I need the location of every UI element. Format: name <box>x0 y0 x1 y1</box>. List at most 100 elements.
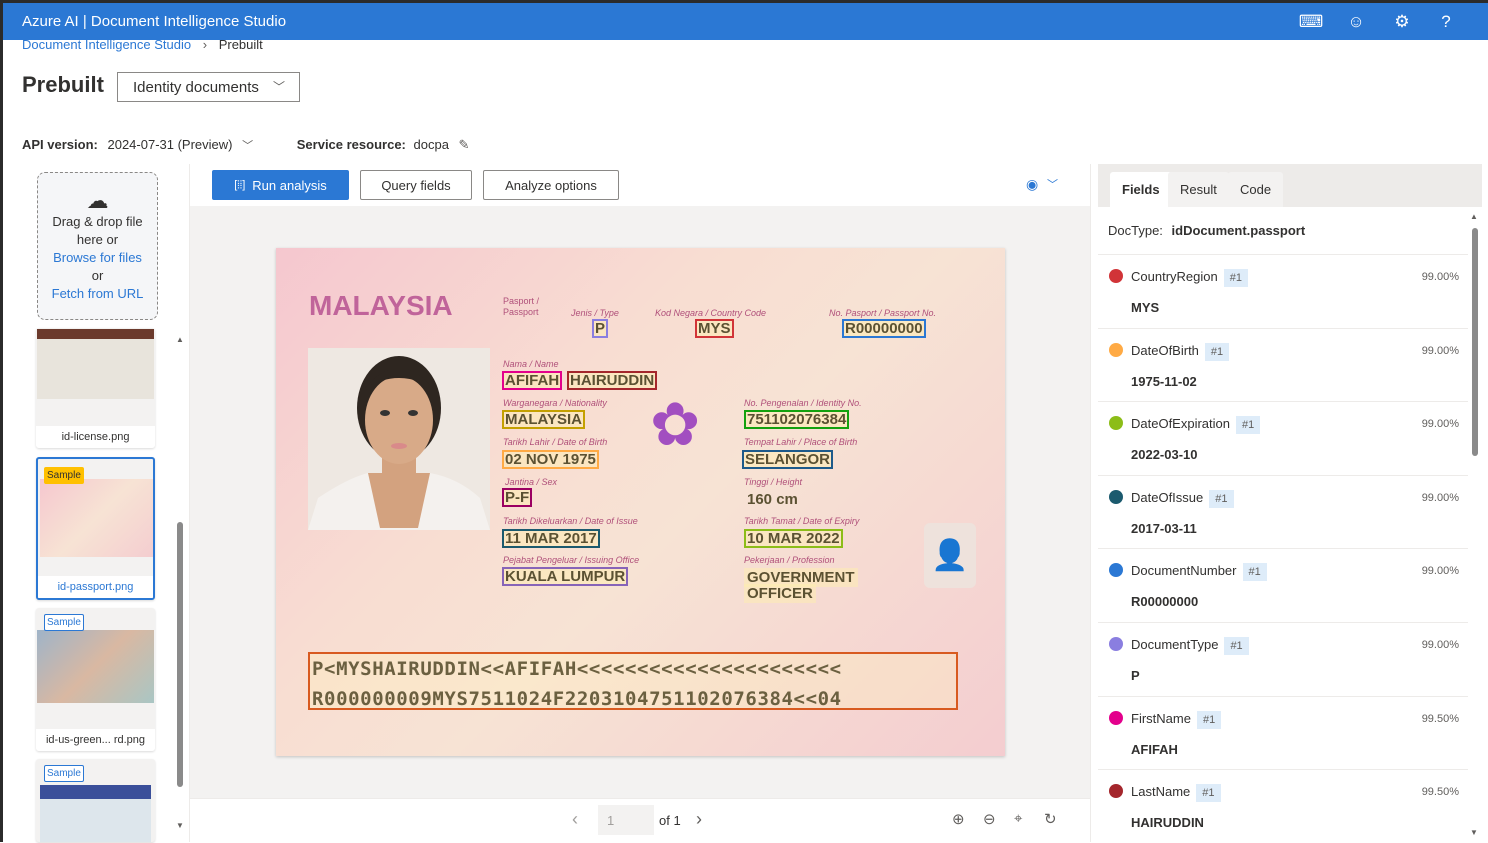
bbox-first-name[interactable]: AFIFAH <box>502 371 563 390</box>
scrollbar-thumb[interactable] <box>1472 228 1478 456</box>
field-name: DateOfBirth #1 <box>1131 342 1230 361</box>
field-color-dot <box>1109 710 1123 725</box>
field-name: LastName #1 <box>1131 784 1221 803</box>
previous-page-icon[interactable]: ‹ <box>572 809 578 830</box>
zoom-in-icon[interactable]: ⊕ <box>952 810 965 828</box>
field-value: 2017-03-11 <box>1131 520 1197 536</box>
app-title[interactable]: Azure AI | Document Intelligence Studio <box>22 13 286 30</box>
field-color-dot <box>1109 269 1123 283</box>
thumbnail-label: id-license.png <box>36 426 155 448</box>
thumbnail-label: id-passport.png <box>38 576 153 598</box>
scrollbar-thumb[interactable] <box>177 522 183 787</box>
field-item-dateofissue[interactable]: DateOfIssue #1 99.00% 2017-03-11 <box>1098 474 1468 549</box>
field-index-badge: #1 <box>1236 416 1261 435</box>
thumbnail-id-license[interactable]: id-license.png <box>36 328 155 448</box>
model-dropdown[interactable]: Identity documents ﹀ <box>117 72 300 102</box>
field-color-dot <box>1109 342 1123 357</box>
field-name-text: CountryRegion <box>1131 269 1218 284</box>
field-color-dot <box>1109 637 1123 651</box>
scroll-down-icon[interactable]: ▼ <box>176 821 184 830</box>
scan-icon: [⦙⦙] <box>234 178 246 191</box>
zoom-out-icon[interactable]: ⊖ <box>983 810 996 828</box>
run-analysis-label: Run analysis <box>252 177 327 193</box>
tab-result[interactable]: Result <box>1168 172 1229 207</box>
thumbnail-id-green-card[interactable]: Sample id-us-green... rd.png <box>36 608 155 751</box>
scroll-down-icon[interactable]: ▼ <box>1470 828 1478 837</box>
thumbnail-id-passport[interactable]: Sample id-passport.png <box>36 457 155 600</box>
api-version-dropdown[interactable]: 2024-07-31 (Preview) <box>107 137 232 152</box>
api-version-label: API version: <box>22 137 98 152</box>
field-value: 2022-03-10 <box>1131 447 1198 463</box>
field-item-firstname[interactable]: FirstName #1 99.50% AFIFAH <box>1098 695 1468 770</box>
bbox-country-region[interactable]: MYS <box>695 319 734 338</box>
browse-files-link[interactable]: Browse for files <box>38 249 157 267</box>
keyboard-icon[interactable]: ⌨ <box>1299 11 1324 33</box>
bbox-personal-number[interactable]: 751102076384 <box>744 410 850 429</box>
field-item-countryregion[interactable]: CountryRegion #1 99.00% MYS <box>1098 254 1468 328</box>
fetch-url-link[interactable]: Fetch from URL <box>38 285 157 303</box>
field-item-lastname[interactable]: LastName #1 99.50% HAIRUDDIN <box>1098 769 1468 843</box>
fit-to-page-icon[interactable]: ⌖ <box>1014 810 1022 827</box>
bbox-place-of-birth[interactable]: SELANGOR <box>742 450 834 469</box>
bbox-nationality[interactable]: MALAYSIA <box>502 410 585 429</box>
sample-badge: Sample <box>44 765 84 782</box>
tab-fields[interactable]: Fields <box>1110 172 1172 207</box>
breadcrumb-root[interactable]: Document Intelligence Studio <box>22 40 191 52</box>
breadcrumb: Document Intelligence Studio › Prebuilt <box>22 40 263 54</box>
chevron-down-icon[interactable]: ﹀ <box>1047 176 1058 192</box>
bbox-sex[interactable]: P-F <box>502 488 533 507</box>
settings-gear-icon[interactable]: ⚙ <box>1391 11 1413 33</box>
fields-scrollbar[interactable]: ▲ ▼ <box>1470 212 1480 837</box>
field-name-text: DateOfIssue <box>1131 489 1204 505</box>
bbox-document-number[interactable]: R00000000 <box>842 319 926 338</box>
field-item-documenttype[interactable]: DocumentType #1 99.00% P <box>1098 622 1468 696</box>
query-fields-button[interactable]: Query fields <box>360 170 472 200</box>
eye-visibility-icon[interactable]: ◉ <box>1026 176 1038 193</box>
bbox-date-of-issue[interactable]: 11 MAR 2017 <box>502 529 600 548</box>
field-value: 1975-11-02 <box>1131 373 1197 389</box>
scroll-up-icon[interactable]: ▲ <box>1470 212 1478 221</box>
chevron-down-icon[interactable]: ﹀ <box>242 140 253 152</box>
file-drop-zone[interactable]: ☁ Drag & drop file here or Browse for fi… <box>37 172 158 320</box>
height-value: 160 cm <box>747 491 798 508</box>
app-header: Azure AI | Document Intelligence Studio … <box>3 3 1488 40</box>
field-confidence: 99.00% <box>1421 344 1459 357</box>
thumbnail-social-security[interactable]: Sample <box>36 759 155 842</box>
sample-badge: Sample <box>44 467 84 484</box>
bbox-issuing-authority[interactable]: KUALA LUMPUR <box>502 567 629 586</box>
bbox-date-of-birth[interactable]: 02 NOV 1975 <box>502 450 599 469</box>
field-color-dot <box>1109 784 1123 799</box>
field-confidence: 99.50% <box>1421 786 1459 799</box>
analyze-options-button[interactable]: Analyze options <box>483 170 619 200</box>
scroll-up-icon[interactable]: ▲ <box>176 335 184 344</box>
thumbnail-scrollbar[interactable]: ▲ ▼ <box>176 335 184 830</box>
field-label: Jantina / Sex <box>505 477 558 487</box>
tab-code[interactable]: Code <box>1228 172 1284 207</box>
field-name: CountryRegion #1 <box>1131 269 1248 287</box>
model-dropdown-value: Identity documents <box>133 79 259 96</box>
run-analysis-button[interactable]: [⦙⦙] Run analysis <box>212 170 349 200</box>
field-label: Warganegara / Nationality <box>503 398 607 408</box>
bbox-date-of-expiration[interactable]: 10 MAR 2022 <box>744 529 843 548</box>
window-border-left <box>0 0 3 842</box>
feedback-smiley-icon[interactable]: ☺ <box>1345 11 1367 33</box>
page-number-input[interactable]: 1 <box>598 805 654 835</box>
rotate-icon[interactable]: ↻ <box>1044 810 1057 828</box>
field-item-dateofbirth[interactable]: DateOfBirth #1 99.00% 1975-11-02 <box>1098 327 1468 402</box>
bbox-last-name[interactable]: HAIRUDDIN <box>567 371 658 390</box>
field-value: P <box>1131 668 1140 683</box>
doctype-value: idDocument.passport <box>1171 223 1306 238</box>
field-item-documentnumber[interactable]: DocumentNumber #1 99.00% R00000000 <box>1098 548 1468 622</box>
field-label: Nama / Name <box>503 359 559 369</box>
edit-pencil-icon[interactable]: ✎ <box>459 137 470 152</box>
field-index-badge: #1 <box>1204 342 1230 361</box>
help-icon[interactable]: ? <box>1435 11 1457 33</box>
field-label: No. Pengenalan / Identity No. <box>744 398 862 408</box>
field-label: Pekerjaan / Profession <box>744 555 835 565</box>
bbox-machine-readable-zone[interactable]: P<MYSHAIRUDDIN<<AFIFAH<<<<<<<<<<<<<<<<<<… <box>308 652 958 710</box>
sample-badge: Sample <box>44 614 84 631</box>
field-label: Tarikh Tamat / Date of Expiry <box>744 516 860 526</box>
bbox-document-type[interactable]: P <box>592 319 609 338</box>
field-item-dateofexpiration[interactable]: DateOfExpiration #1 99.00% 2022-03-10 <box>1098 401 1468 475</box>
next-page-icon[interactable]: › <box>696 809 702 830</box>
